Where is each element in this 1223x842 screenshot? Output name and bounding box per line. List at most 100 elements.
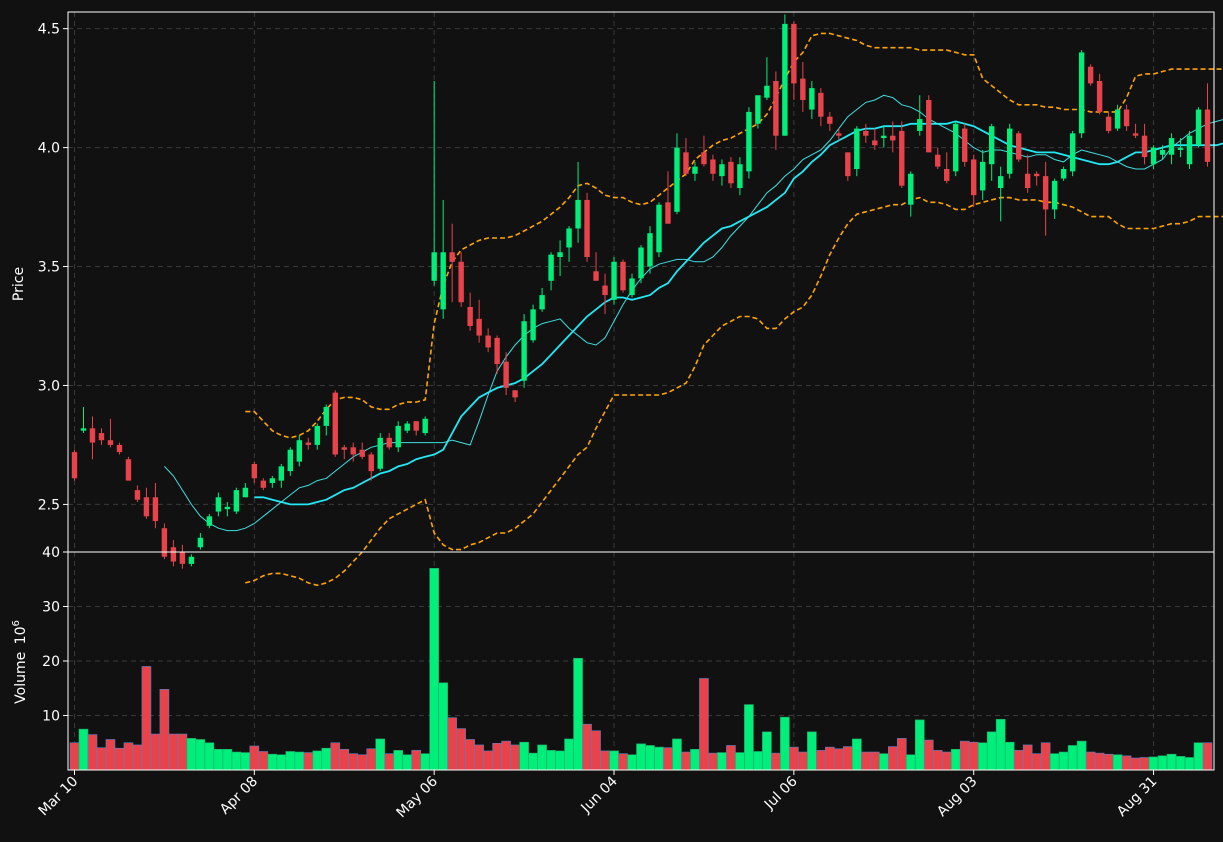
volume-bar-up: [186, 738, 197, 771]
volume-bar-up: [519, 741, 529, 771]
volume-bar-up: [735, 752, 745, 771]
candle-body-down: [710, 159, 716, 174]
volume-bar-down: [330, 742, 341, 771]
candle-body-down: [935, 154, 941, 167]
candle-body-up: [1195, 109, 1202, 146]
candle-body-down: [359, 449, 365, 457]
volume-bar-up: [950, 748, 961, 771]
candle-body-down: [728, 161, 734, 184]
price-tick-label: 3.5: [38, 260, 60, 276]
volume-bar-down: [1139, 757, 1150, 771]
volume-bar-up: [627, 754, 637, 771]
volume-bar-down: [411, 750, 421, 771]
candle-body-up: [233, 490, 240, 512]
volume-bar-down: [141, 666, 152, 771]
candle-body-up: [953, 123, 959, 172]
volume-bar-up: [878, 753, 889, 771]
candle-body-down: [872, 140, 878, 146]
volume-axis-label-spacer: [13, 647, 29, 651]
volume-bar-down: [168, 733, 179, 771]
volume-bar-down: [887, 746, 898, 771]
candle-body-up: [1150, 147, 1157, 165]
volume-bar-up: [690, 748, 700, 771]
volume-tick-label: 30: [42, 600, 60, 616]
price-tick-label: 2.5: [38, 497, 60, 513]
volume-bar-up: [986, 731, 997, 771]
volume-bar-up: [240, 752, 251, 771]
volume-bar-up: [905, 754, 916, 771]
volume-bar-down: [798, 751, 808, 771]
volume-bar-up: [375, 738, 386, 771]
volume-bar-down: [699, 678, 709, 771]
candle-body-up: [755, 95, 761, 124]
candle-body-up: [719, 164, 725, 177]
volume-bar-down: [843, 746, 853, 771]
volume-bar-down: [941, 751, 952, 771]
volume-bar-up: [276, 754, 287, 771]
volume-bar-down: [1202, 742, 1213, 771]
candle-body-down: [170, 547, 177, 562]
candle-body-down: [863, 130, 869, 136]
candle-body-up: [917, 119, 923, 131]
volume-bar-up: [402, 754, 413, 771]
volume-bar-up: [636, 743, 646, 771]
candle-body-up: [629, 278, 635, 296]
candle-body-up: [1159, 149, 1166, 155]
candle-body-up: [242, 487, 249, 498]
candle-body-up: [188, 556, 195, 564]
volume-bar-up: [312, 750, 323, 771]
volume-bar-down: [726, 745, 736, 771]
candle-body-up: [314, 425, 320, 445]
volume-bar-down: [456, 728, 466, 771]
volume-bar-down: [348, 753, 359, 771]
candle-body-down: [512, 390, 518, 398]
volume-axis-label-text: Volume: [13, 652, 29, 704]
volume-bar-up: [914, 719, 925, 771]
volume-bar-down: [600, 750, 610, 771]
candle-body-up: [548, 254, 554, 281]
volume-bar-down: [87, 734, 98, 771]
volume-bar-up: [753, 751, 763, 771]
candle-body-up: [404, 423, 410, 431]
volume-bar-down: [123, 742, 134, 771]
volume-bar-down: [1103, 753, 1114, 771]
candle-body-up: [809, 88, 815, 110]
candle-body-down: [1087, 66, 1094, 84]
volume-bar-up: [285, 751, 296, 771]
candle-body-up: [269, 478, 276, 484]
candle-body-down: [386, 437, 392, 448]
candle-body-down: [665, 202, 671, 224]
volume-bar-up: [780, 716, 790, 771]
volume-bar-down: [1094, 752, 1105, 771]
candle-body-up: [1114, 109, 1121, 129]
volume-bar-down: [303, 752, 314, 771]
candle-body-down: [827, 116, 833, 124]
candle-body-up: [638, 247, 644, 279]
candle-body-up: [764, 85, 770, 98]
candle-body-up: [296, 440, 302, 462]
candle-body-up: [539, 295, 545, 310]
candle-body-down: [962, 128, 968, 162]
candle-body-up: [988, 126, 995, 165]
volume-bar-up: [429, 568, 439, 771]
candle-body-down: [503, 361, 509, 388]
volume-bar-down: [789, 746, 799, 771]
candle-body-down: [458, 261, 464, 303]
candle-body-down: [134, 490, 141, 500]
candle-body-up: [197, 537, 204, 548]
volume-bar-up: [1193, 742, 1204, 771]
volume-bar-up: [762, 731, 772, 771]
volume-bar-up: [672, 738, 682, 771]
volume-bar-up: [1049, 753, 1060, 771]
candle-body-down: [818, 92, 824, 117]
candle-body-down: [116, 444, 123, 453]
volume-bar-down: [177, 733, 188, 771]
candle-body-down: [944, 169, 950, 181]
volume-bar-up: [852, 738, 862, 771]
candle-body-down: [485, 335, 491, 348]
volume-axis-label-exponent-power: 6: [11, 620, 22, 626]
candle-body-up: [611, 261, 617, 300]
candle-body-down: [845, 152, 851, 177]
candle-body-up: [440, 252, 446, 310]
volume-bar-down: [69, 742, 80, 771]
